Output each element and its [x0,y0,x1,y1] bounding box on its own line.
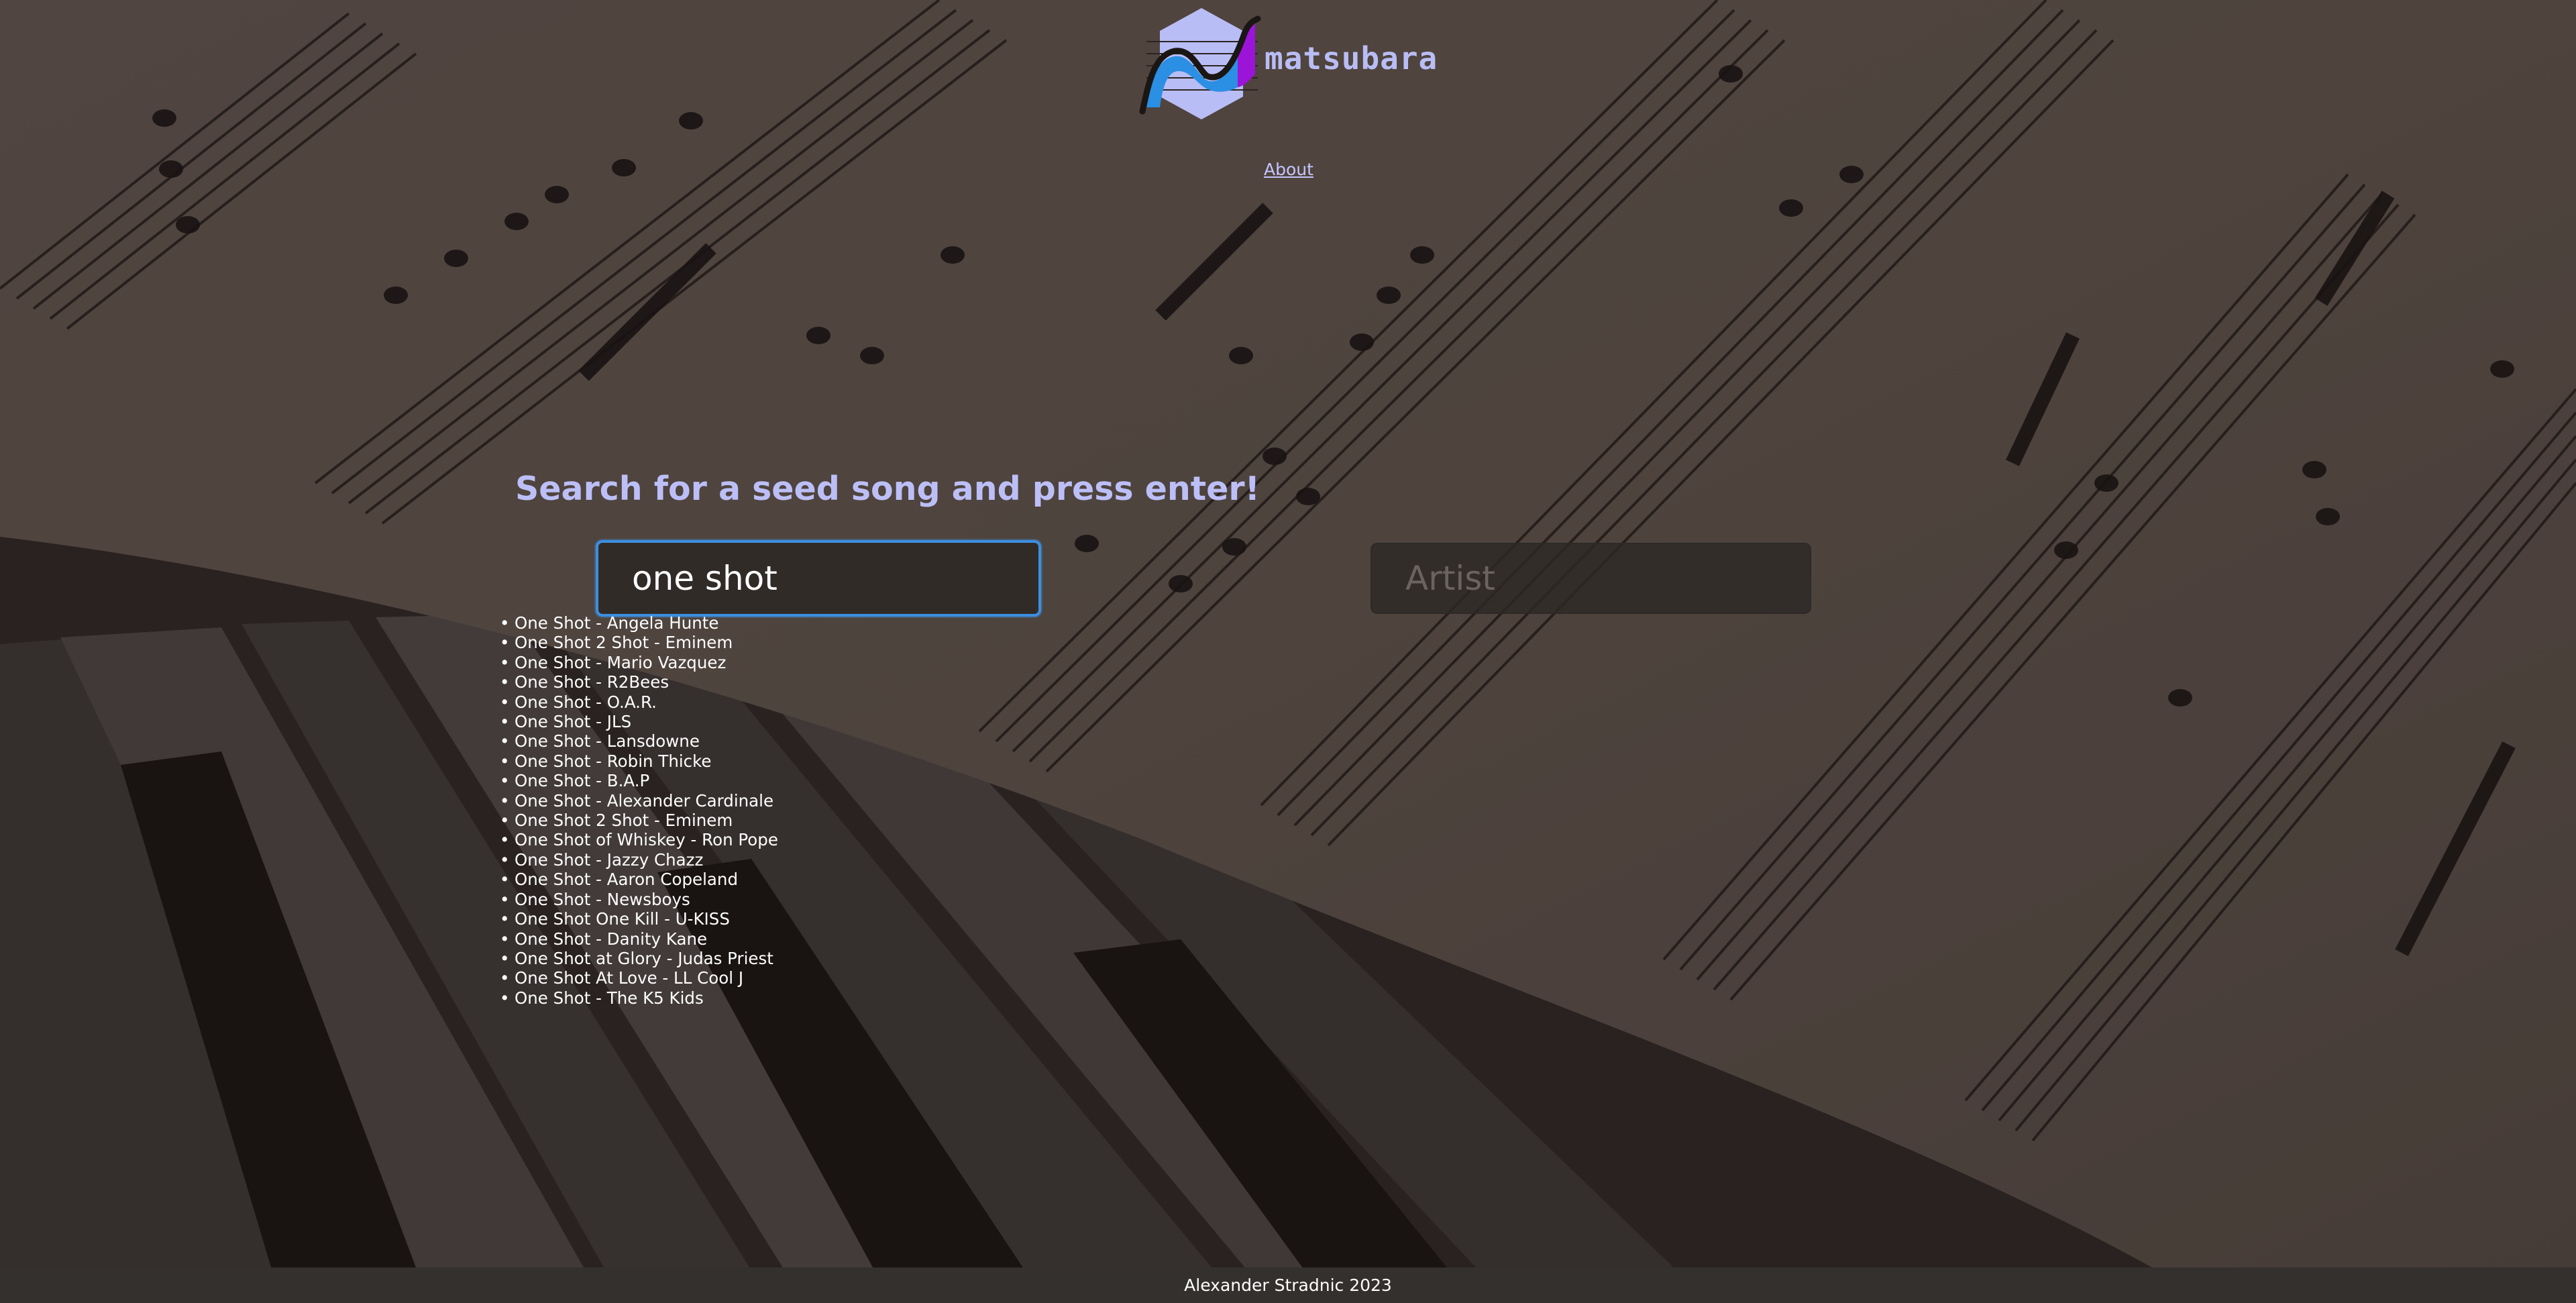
search-results-list: • One Shot - Angela Hunte • One Shot 2 Sho… [500,613,778,1008]
footer-credit: Alexander Stradnic 2023 [1184,1275,1392,1295]
search-result-item[interactable]: • One Shot - B.A.P [500,771,778,790]
search-result-item[interactable]: • One Shot - Robin Thicke [500,751,778,771]
search-result-item[interactable]: • One Shot at Glory - Judas Priest [500,949,778,968]
matsubara-logo-icon [1139,8,1261,119]
brand-name: matsubara [1265,40,1438,76]
search-result-item[interactable]: • One Shot - Jazzy Chazz [500,850,778,870]
search-result-item[interactable]: • One Shot 2 Shot - Eminem [500,811,778,830]
search-result-item[interactable]: • One Shot 2 Shot - Eminem [500,633,778,652]
search-prompt-heading: Search for a seed song and press enter! [515,470,1260,508]
search-result-item[interactable]: • One Shot - Mario Vazquez [500,653,778,672]
about-link[interactable]: About [1264,160,1313,179]
song-search-input[interactable] [596,540,1041,617]
search-result-item[interactable]: • One Shot One Kill - U-KISS [500,909,778,929]
artist-input[interactable] [1371,543,1811,614]
search-result-item[interactable]: • One Shot - R2Bees [500,672,778,692]
search-result-item[interactable]: • One Shot - Newsboys [500,890,778,909]
search-result-item[interactable]: • One Shot - Angela Hunte [500,613,778,633]
footer: Alexander Stradnic 2023 [0,1267,2576,1303]
search-result-item[interactable]: • One Shot - Lansdowne [500,731,778,751]
search-result-item[interactable]: • One Shot - Danity Kane [500,929,778,949]
search-result-item[interactable]: • One Shot - O.A.R. [500,692,778,712]
search-result-item[interactable]: • One Shot - JLS [500,712,778,731]
search-result-item[interactable]: • One Shot - Aaron Copeland [500,870,778,889]
search-result-item[interactable]: • One Shot of Whiskey - Ron Pope [500,830,778,849]
search-result-item[interactable]: • One Shot - The K5 Kids [500,988,778,1008]
background-overlay [0,0,2576,1303]
search-result-item[interactable]: • One Shot - Alexander Cardinale [500,791,778,811]
logo[interactable]: matsubara [1137,7,1438,121]
search-result-item[interactable]: • One Shot At Love - LL Cool J [500,968,778,988]
